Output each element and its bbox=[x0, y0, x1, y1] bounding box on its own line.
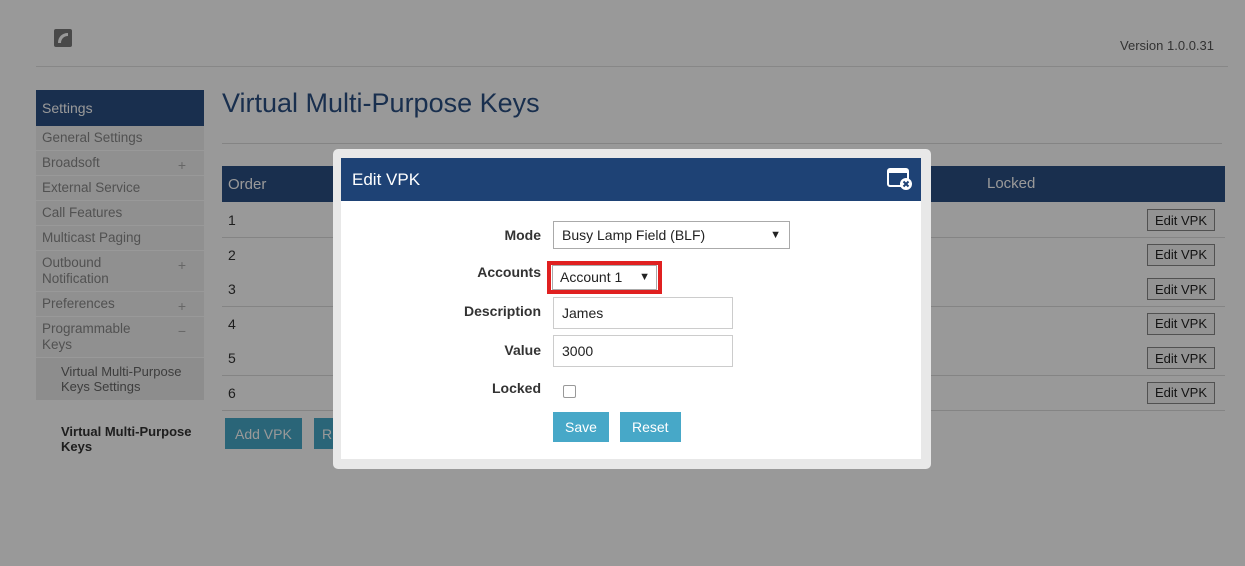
modal-body: Edit VPK Mode Busy Lamp Field (BLF) ▼ Ac… bbox=[341, 158, 921, 459]
mode-value: Busy Lamp Field (BLF) bbox=[562, 227, 706, 243]
description-input[interactable] bbox=[553, 297, 733, 329]
mode-label: Mode bbox=[504, 227, 541, 243]
modal-header: Edit VPK bbox=[341, 158, 921, 201]
modal-title: Edit VPK bbox=[352, 170, 421, 189]
close-window-icon[interactable] bbox=[887, 166, 913, 192]
reset-button[interactable]: Reset bbox=[620, 412, 681, 442]
locked-checkbox[interactable] bbox=[563, 385, 576, 398]
dropdown-arrow-icon: ▼ bbox=[770, 229, 781, 241]
mode-select[interactable]: Busy Lamp Field (BLF) ▼ bbox=[553, 221, 790, 249]
value-input[interactable] bbox=[553, 335, 733, 367]
locked-label: Locked bbox=[491, 380, 541, 396]
edit-vpk-modal: Edit VPK Mode Busy Lamp Field (BLF) ▼ Ac… bbox=[333, 149, 931, 469]
highlight-box bbox=[547, 261, 662, 294]
description-label: Description bbox=[463, 303, 541, 319]
accounts-label: Accounts bbox=[477, 264, 541, 280]
value-label: Value bbox=[504, 342, 541, 358]
save-button[interactable]: Save bbox=[553, 412, 609, 442]
